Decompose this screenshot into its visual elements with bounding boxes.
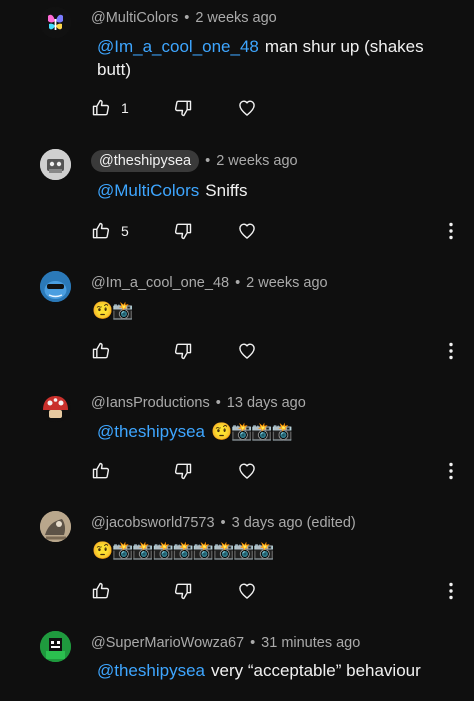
dislike-icon (173, 341, 193, 361)
more-vert-icon (447, 222, 455, 240)
comment-meta: @IansProductions • 13 days ago (91, 395, 306, 411)
comment-actions: 1 (91, 97, 129, 119)
like-count: 1 (121, 100, 129, 116)
meta-separator: • (220, 515, 226, 531)
heart-button[interactable] (237, 220, 257, 242)
comment-text: @MultiColors Sniffs (97, 179, 446, 202)
like-count: 5 (121, 223, 129, 239)
like-button[interactable] (91, 97, 111, 119)
comment-actions (91, 580, 111, 602)
comment-actions (91, 460, 111, 482)
comment-text: @Im_a_cool_one_48 man shur up (shakes but… (97, 35, 446, 81)
meta-separator: • (215, 395, 221, 411)
comment-emojis: 🤨📸 (92, 301, 133, 320)
comment-actions (91, 340, 111, 362)
mention-link[interactable]: @theshipysea (97, 661, 205, 680)
like-button[interactable] (91, 340, 111, 362)
comment-emojis: 🤨📸📸📸 (211, 422, 293, 441)
dislike-icon (173, 98, 193, 118)
like-icon (91, 461, 111, 481)
dislike-icon (173, 221, 193, 241)
avatar[interactable] (40, 149, 71, 180)
more-vert-icon (447, 342, 455, 360)
heart-button[interactable] (237, 97, 257, 119)
dislike-button[interactable] (173, 220, 193, 242)
comment-meta: @Im_a_cool_one_48 • 2 weeks ago (91, 275, 328, 291)
heart-button[interactable] (237, 580, 257, 602)
avatar[interactable] (40, 271, 71, 302)
like-icon (91, 341, 111, 361)
author-handle[interactable]: @MultiColors (91, 10, 178, 26)
dislike-icon (173, 581, 193, 601)
comment-actions: 5 (91, 220, 129, 242)
dislike-button[interactable] (173, 460, 193, 482)
comment-menu-button[interactable] (447, 582, 455, 600)
comment-text: @theshipysea very “acceptable” behaviour (97, 659, 446, 682)
meta-separator: • (205, 153, 211, 169)
heart-icon (237, 581, 257, 601)
heart-icon (237, 341, 257, 361)
dislike-button[interactable] (173, 97, 193, 119)
like-icon (91, 581, 111, 601)
comment-meta: @MultiColors • 2 weeks ago (91, 10, 277, 26)
comment-emojis: 🤨📸📸📸📸📸📸📸📸 (92, 541, 275, 560)
comment-time: 3 days ago (edited) (231, 515, 356, 531)
heart-icon (237, 221, 257, 241)
more-vert-icon (447, 582, 455, 600)
meta-separator: • (235, 275, 241, 291)
meta-separator: • (184, 10, 190, 26)
comment-meta: @theshipysea • 2 weeks ago (91, 150, 298, 172)
avatar[interactable] (40, 511, 71, 542)
mention-link[interactable]: @Im_a_cool_one_48 (97, 37, 259, 56)
comment-time: 31 minutes ago (261, 635, 361, 651)
comment-body: Sniffs (205, 181, 248, 200)
heart-button[interactable] (237, 340, 257, 362)
comment-menu-button[interactable] (447, 222, 455, 240)
author-handle[interactable]: @Im_a_cool_one_48 (91, 275, 229, 291)
author-handle[interactable]: @jacobsworld7573 (91, 515, 215, 531)
dislike-button[interactable] (173, 340, 193, 362)
like-button[interactable] (91, 220, 111, 242)
heart-button[interactable] (237, 460, 257, 482)
dislike-button[interactable] (173, 580, 193, 602)
comment-text: @theshipysea 🤨📸📸📸 (97, 420, 446, 443)
mention-link[interactable]: @theshipysea (97, 422, 205, 441)
heart-icon (237, 461, 257, 481)
comment-meta: @jacobsworld7573 • 3 days ago (edited) (91, 515, 356, 531)
comment-time: 13 days ago (226, 395, 306, 411)
comment-meta: @SuperMarioWowza67 • 31 minutes ago (91, 635, 360, 651)
like-button[interactable] (91, 580, 111, 602)
like-icon (91, 221, 111, 241)
heart-icon (237, 98, 257, 118)
avatar[interactable] (40, 391, 71, 422)
comment-body: very “acceptable” behaviour (211, 661, 421, 680)
author-handle[interactable]: @IansProductions (91, 395, 210, 411)
avatar[interactable] (40, 7, 71, 38)
dislike-icon (173, 461, 193, 481)
meta-separator: • (250, 635, 256, 651)
comment-time: 2 weeks ago (246, 275, 328, 291)
like-button[interactable] (91, 460, 111, 482)
creator-handle-badge[interactable]: @theshipysea (91, 150, 200, 172)
comment-time: 2 weeks ago (216, 153, 298, 169)
comment-time: 2 weeks ago (195, 10, 277, 26)
author-handle[interactable]: @SuperMarioWowza67 (91, 635, 244, 651)
avatar[interactable] (40, 631, 71, 662)
comment-menu-button[interactable] (447, 462, 455, 480)
mention-link[interactable]: @MultiColors (97, 181, 199, 200)
like-icon (91, 98, 111, 118)
comment-menu-button[interactable] (447, 342, 455, 360)
more-vert-icon (447, 462, 455, 480)
